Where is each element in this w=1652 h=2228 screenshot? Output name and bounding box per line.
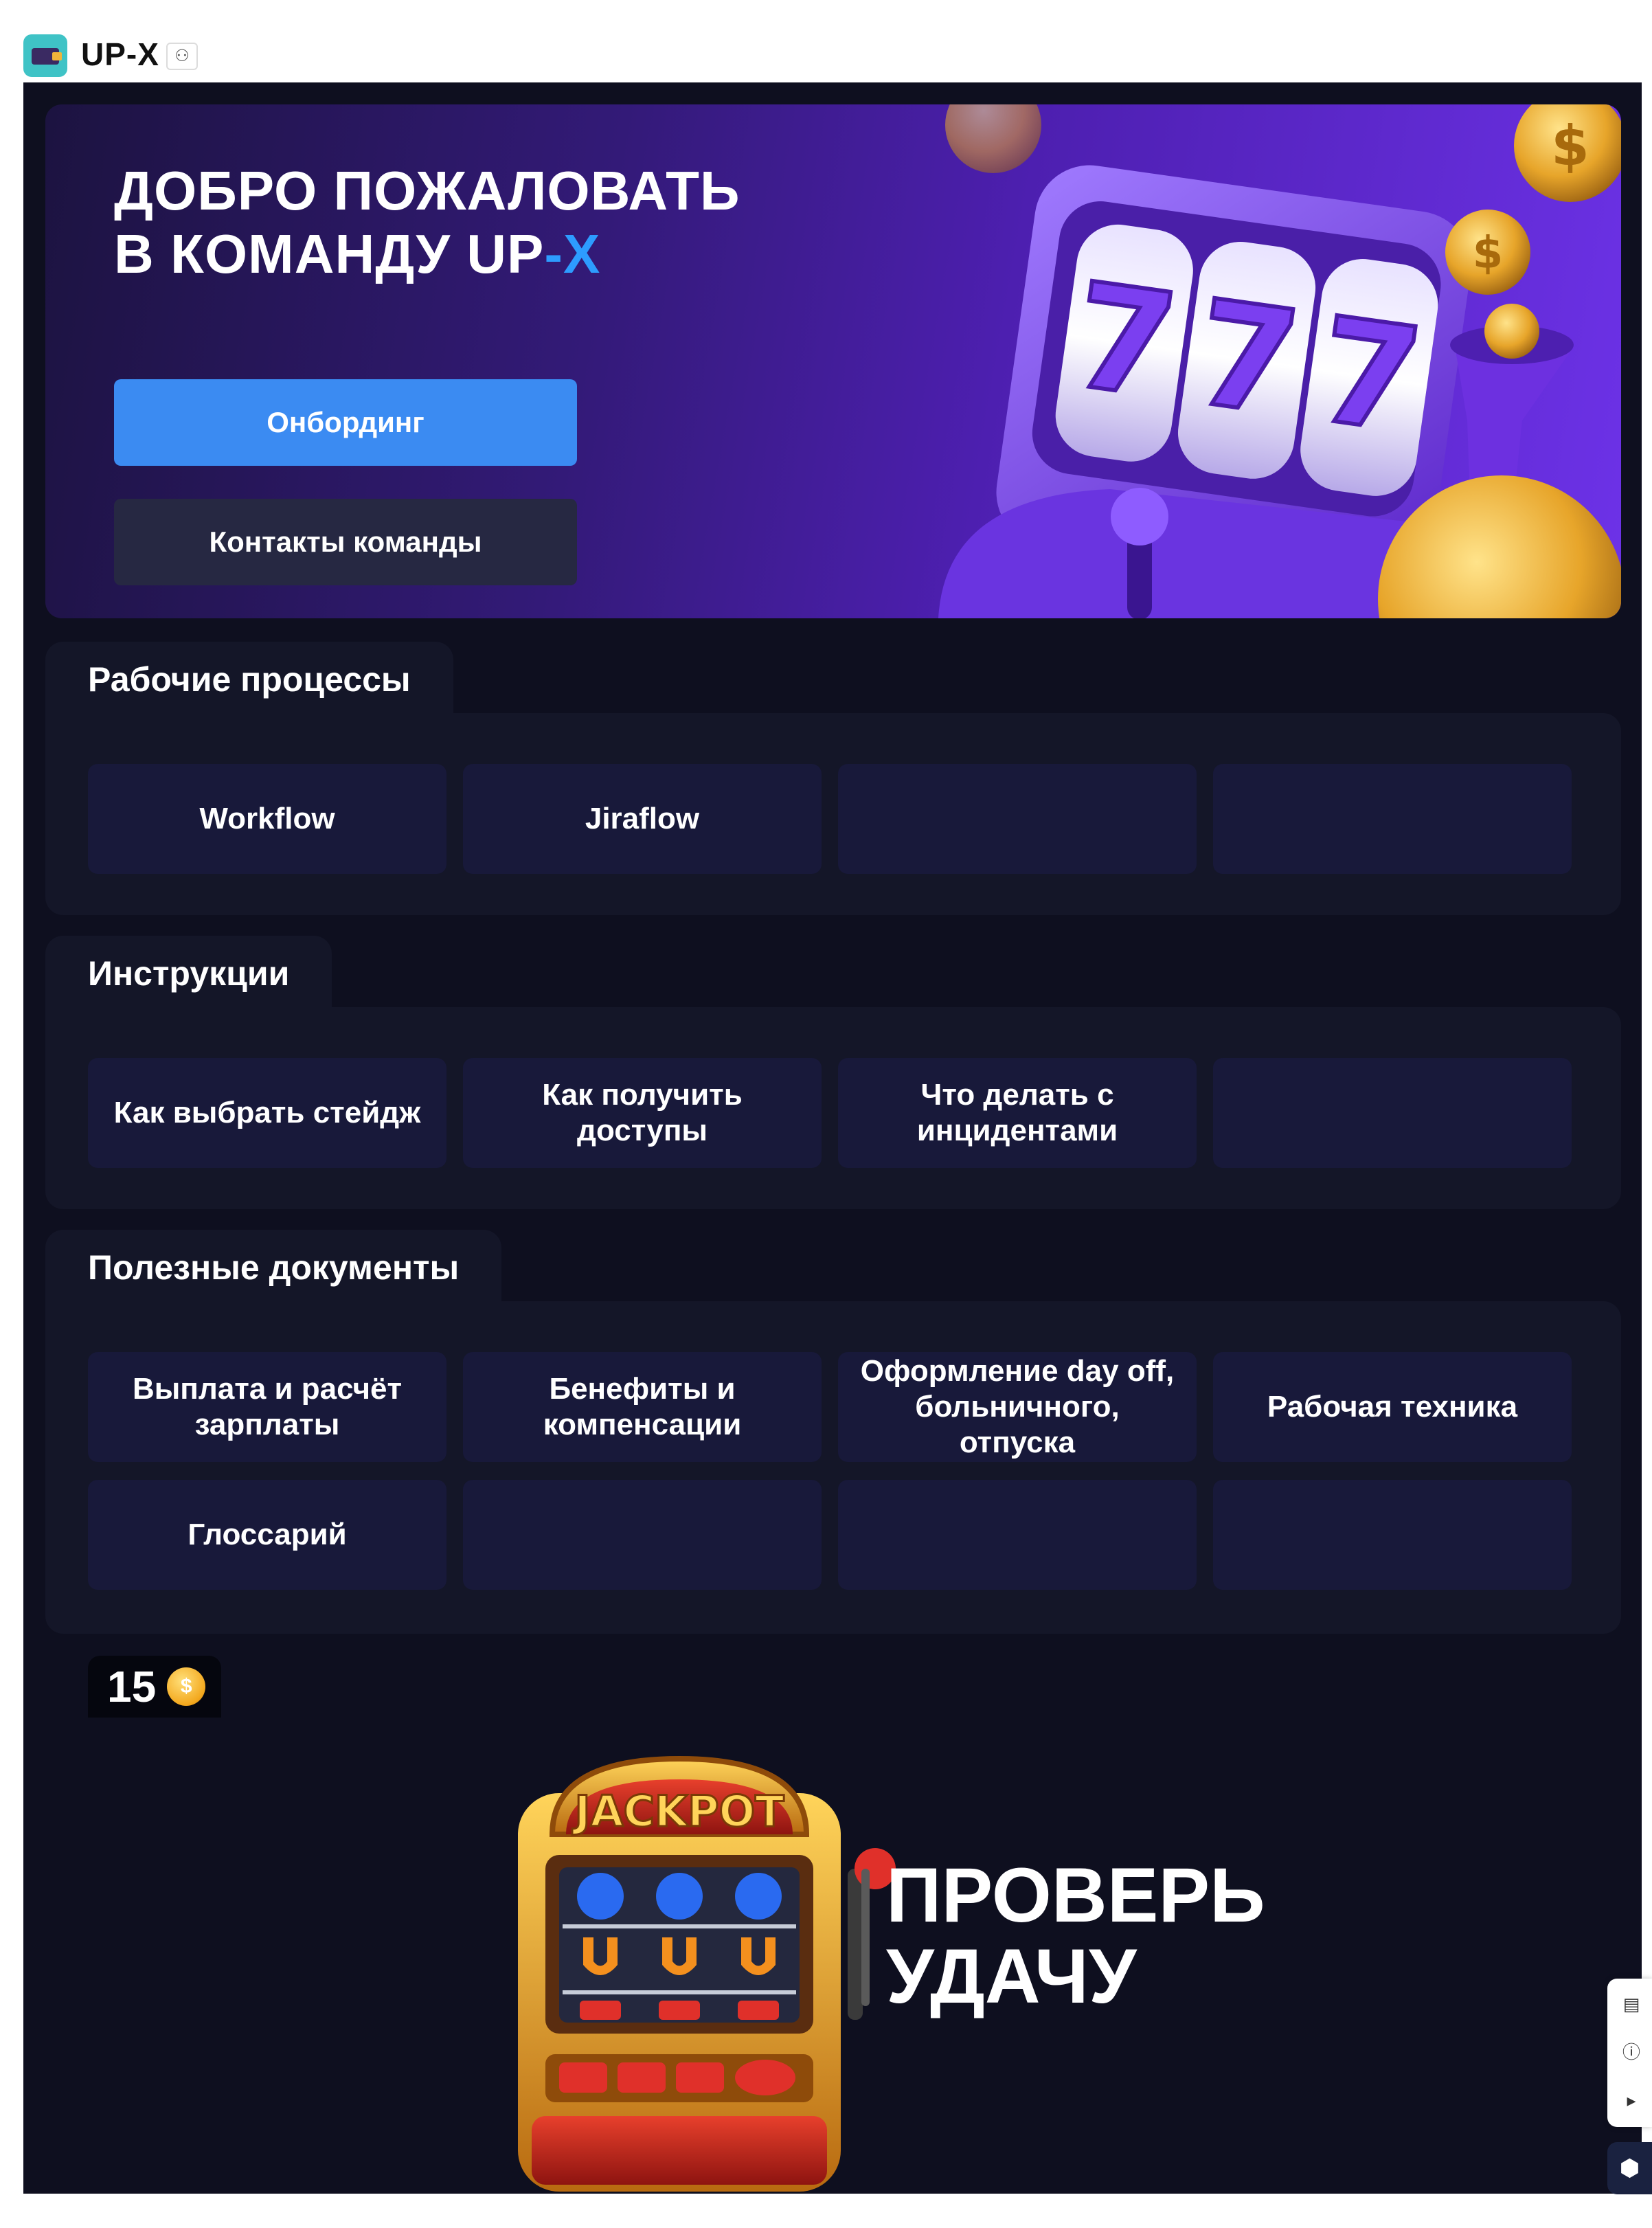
- card-salary[interactable]: Выплата и расчёт зарплаты: [88, 1352, 446, 1462]
- megaphone-icon[interactable]: ▸: [1621, 2090, 1642, 2111]
- hero-banner: ДОБРО ПОЖАЛОВАТЬ В КОМАНДУ UP-X Онбордин…: [45, 104, 1621, 618]
- svg-text:$: $: [1473, 228, 1504, 279]
- coin-icon: $: [167, 1667, 206, 1706]
- check-luck-title: ПРОВЕРЬ УДАЧУ: [886, 1852, 1265, 2019]
- section-title: Рабочие процессы: [45, 642, 453, 717]
- onboarding-button[interactable]: Онбординг: [114, 379, 577, 466]
- section-title: Полезные документы: [45, 1230, 502, 1305]
- comment-icon[interactable]: ▤: [1621, 1994, 1642, 2014]
- jackpot-label: JACKPOT: [572, 1786, 784, 1836]
- section-useful-documents: Полезные документы Выплата и расчёт зарп…: [45, 1230, 1621, 1634]
- section-instructions: Инструкции Как выбрать стейдж Как получи…: [45, 936, 1621, 1209]
- card-empty: [1213, 1480, 1572, 1590]
- card-empty: [838, 1480, 1197, 1590]
- card-empty: [463, 1480, 822, 1590]
- side-toolbar: ▤ ⓘ ▸: [1607, 1979, 1652, 2127]
- section-body: Выплата и расчёт зарплаты Бенефиты и ком…: [45, 1301, 1621, 1634]
- card-work-equipment[interactable]: Рабочая техника: [1213, 1352, 1572, 1462]
- section-body: Workflow Jiraflow: [45, 713, 1621, 915]
- info-icon[interactable]: ⓘ: [1621, 2042, 1642, 2062]
- card-empty: [838, 764, 1197, 874]
- page-canvas: ДОБРО ПОЖАЛОВАТЬ В КОМАНДУ UP-X Онбордин…: [23, 82, 1642, 2194]
- app-logo-icon: [23, 34, 67, 77]
- card-incidents[interactable]: Что делать с инцидентами: [838, 1058, 1197, 1168]
- section-title: Инструкции: [45, 936, 332, 1011]
- card-benefits[interactable]: Бенефиты и компенсации: [463, 1352, 822, 1462]
- section-workflows: Рабочие процессы Workflow Jiraflow: [45, 642, 1621, 915]
- card-glossary[interactable]: Глоссарий: [88, 1480, 446, 1590]
- coin-counter: 15 $: [88, 1656, 221, 1718]
- card-empty: [1213, 764, 1572, 874]
- title-bar: UP-X ⚇: [0, 0, 1652, 82]
- app-title: UP-X: [81, 36, 159, 72]
- card-get-access[interactable]: Как получить доступы: [463, 1058, 822, 1168]
- section-body: Как выбрать стейдж Как получить доступы …: [45, 1007, 1621, 1209]
- hero-title-line-1: ДОБРО ПОЖАЛОВАТЬ: [114, 160, 740, 221]
- card-choose-stage[interactable]: Как выбрать стейдж: [88, 1058, 446, 1168]
- jackpot-machine[interactable]: JACKPOT: [490, 1731, 903, 2194]
- card-workflow[interactable]: Workflow: [88, 764, 446, 874]
- card-empty: [1213, 1058, 1572, 1168]
- card-jiraflow[interactable]: Jiraflow: [463, 764, 822, 874]
- team-contacts-button[interactable]: Контакты команды: [114, 499, 577, 585]
- card-day-off[interactable]: Оформление day off, больничного, отпуска: [838, 1352, 1197, 1462]
- hero-title: ДОБРО ПОЖАЛОВАТЬ В КОМАНДУ UP-X: [114, 159, 740, 286]
- slot-machine-illustration: 7 7 7 $ $: [938, 104, 1621, 618]
- coin-count: 15: [107, 1662, 157, 1711]
- group-icon[interactable]: ⚇: [166, 43, 198, 70]
- app-switch-icon[interactable]: ⬢: [1607, 2142, 1652, 2194]
- svg-text:$: $: [1551, 114, 1589, 178]
- hero-title-line-2: В КОМАНДУ UP-X: [114, 223, 601, 284]
